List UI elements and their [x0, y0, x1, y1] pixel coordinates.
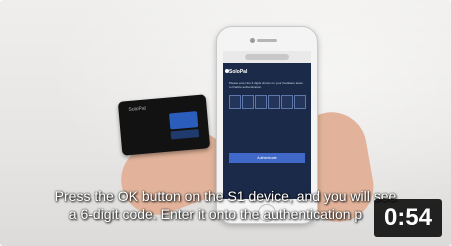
code-digit-box — [242, 95, 254, 109]
browser-url-bar — [223, 51, 311, 63]
screen-instruction: Please enter the 6 digits shown on your … — [229, 81, 304, 89]
phone-screen: SoloPal Please enter the 6 digits shown … — [223, 51, 311, 199]
code-digit-box — [268, 95, 280, 109]
hardware-token-device: SoloPal — [117, 94, 211, 156]
duration-badge: 0:54 — [373, 199, 442, 237]
code-digit-box — [294, 95, 306, 109]
camera-icon — [250, 38, 255, 43]
code-digit-box — [255, 95, 267, 109]
device-display — [169, 111, 199, 130]
device-logo: SoloPal — [128, 105, 146, 114]
device-keypad — [170, 129, 200, 140]
code-digit-box — [229, 95, 241, 109]
video-thumbnail[interactable]: SoloPal SoloPal Please enter the 6 digit… — [0, 0, 451, 246]
speaker-grille — [257, 39, 277, 42]
code-digit-box — [281, 95, 293, 109]
screen-brand: SoloPal — [229, 69, 248, 75]
authenticate-button: Authenticate — [229, 153, 305, 163]
